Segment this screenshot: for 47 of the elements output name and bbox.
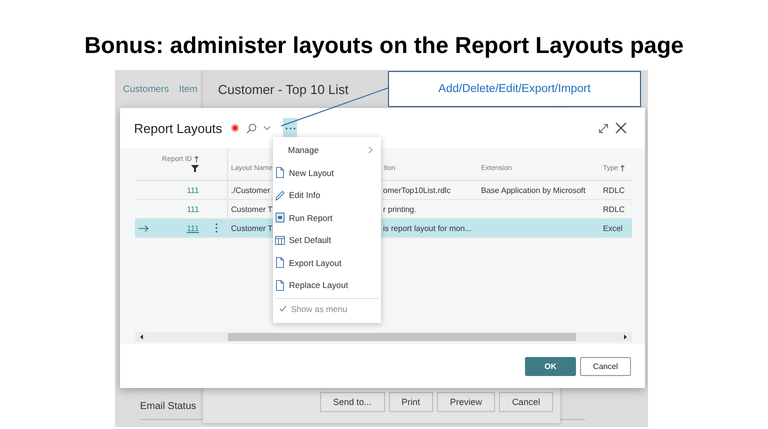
vertical-dots-icon[interactable] bbox=[214, 223, 218, 233]
arrow-right-icon bbox=[138, 224, 149, 232]
callout-text: Add/Delete/Edit/Export/Import bbox=[438, 83, 591, 95]
action-button[interactable]: Print bbox=[388, 392, 434, 412]
document-icon bbox=[275, 280, 285, 291]
new-document-icon bbox=[275, 167, 285, 178]
chevron-down-icon[interactable] bbox=[263, 125, 272, 131]
pencil-icon bbox=[275, 190, 285, 201]
table-cell: Base Application by Microsoft bbox=[481, 186, 586, 194]
scroll-left-icon[interactable] bbox=[139, 334, 144, 340]
document-icon bbox=[275, 257, 285, 268]
more-options-button[interactable] bbox=[283, 118, 298, 138]
slide-title: Bonus: administer layouts on the Report Layouts page bbox=[83, 31, 685, 60]
table-cell: ./Customer bbox=[231, 186, 270, 194]
action-button[interactable]: Send to... bbox=[320, 392, 385, 412]
page-title: Customer - Top 10 List bbox=[218, 82, 349, 96]
record-dot-icon bbox=[230, 123, 240, 133]
menu-item[interactable]: Replace Layout bbox=[273, 274, 381, 296]
menu-item[interactable]: Show as menu bbox=[273, 298, 381, 318]
horizontal-scrollbar[interactable] bbox=[135, 332, 632, 342]
table-cell: Customer T bbox=[231, 224, 273, 232]
chevron-right-icon bbox=[368, 146, 373, 154]
report-icon bbox=[275, 212, 285, 224]
expand-icon[interactable] bbox=[598, 122, 609, 134]
report-id-link[interactable]: 111 bbox=[186, 204, 199, 214]
cancel-button[interactable]: Cancel bbox=[580, 356, 631, 376]
dialog-title: Report Layouts bbox=[134, 120, 222, 136]
action-button[interactable]: Preview bbox=[437, 392, 496, 412]
table-cell: RDLC bbox=[603, 204, 625, 214]
table-cell: is report layout for mon... bbox=[383, 224, 472, 232]
table-cell: RDLC bbox=[603, 186, 625, 194]
section-title: Email Status bbox=[140, 401, 196, 412]
ellipsis-icon bbox=[284, 126, 296, 130]
table-cell: omerTop10List.rdlc bbox=[383, 186, 451, 194]
table-icon bbox=[275, 234, 285, 246]
table-cell: Customer T bbox=[231, 204, 273, 214]
search-icon[interactable] bbox=[246, 122, 258, 134]
report-id-link[interactable]: 111 bbox=[186, 186, 199, 194]
menu-item[interactable]: New Layout bbox=[273, 162, 381, 184]
menu-item[interactable]: Manage bbox=[273, 139, 381, 162]
ok-button[interactable]: OK bbox=[525, 356, 576, 376]
table-cell: r printing. bbox=[383, 204, 416, 214]
scroll-right-icon[interactable] bbox=[623, 334, 628, 340]
table-cell: Excel bbox=[603, 224, 623, 232]
close-icon[interactable] bbox=[615, 122, 627, 134]
action-button[interactable]: Cancel bbox=[499, 392, 554, 412]
menu-item[interactable]: Export Layout bbox=[273, 252, 381, 274]
